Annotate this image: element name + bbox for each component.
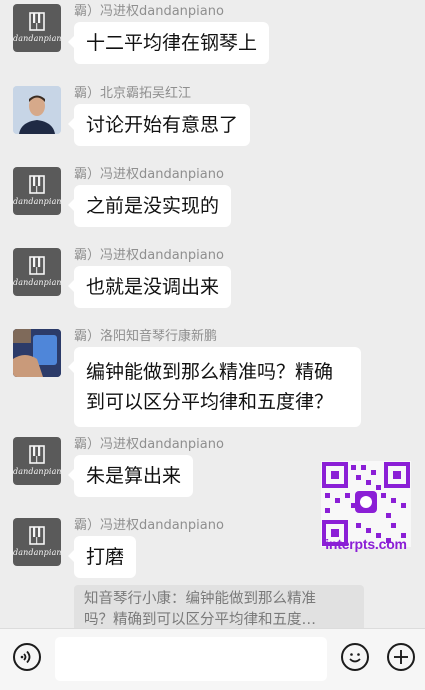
message-line: 编钟能做到那么精准吗？精确 — [86, 361, 334, 383]
avatar[interactable] — [13, 329, 61, 377]
sender-name: 霸）冯进权dandanpiano — [74, 437, 224, 452]
message-bubble[interactable]: 朱是算出来 — [67, 455, 194, 497]
hand-photo-icon — [13, 329, 61, 377]
message-input[interactable] — [55, 637, 327, 681]
avatar[interactable]: dandanpiano — [13, 4, 61, 52]
quoted-message[interactable]: 知音琴行小康：编钟能做到那么精准 吗？精确到可以区分平均律和五度… — [74, 585, 364, 628]
voice-button[interactable] — [13, 643, 41, 671]
avatar[interactable]: dandanpiano — [13, 518, 61, 566]
logo-text: dandanpiano — [13, 34, 61, 43]
sender-name: 霸）北京霸拓吴红江 — [74, 86, 192, 101]
plus-icon — [394, 650, 408, 664]
voice-icon — [20, 650, 31, 664]
sender-name: 霸）冯进权dandanpiano — [74, 248, 224, 263]
message-bubble[interactable]: 打磨 — [67, 536, 137, 578]
avatar[interactable] — [13, 86, 61, 134]
watermark-text: interpts.com — [325, 536, 407, 552]
emoji-icon — [349, 653, 361, 663]
sender-name: 霸）洛阳知音琴行康新鹏 — [74, 329, 218, 344]
emoji-button[interactable] — [341, 643, 369, 671]
message-bubble[interactable]: 讨论开始有意思了 — [67, 104, 251, 146]
chat-message-list[interactable]: dandanpiano 霸）冯进权dandanpiano 十二平均律在钢琴上 霸… — [0, 0, 425, 628]
message-line: 到可以区分平均律和五度律？ — [86, 391, 334, 413]
avatar[interactable]: dandanpiano — [13, 248, 61, 296]
quote-line: 吗？精确到可以区分平均律和五度… — [84, 612, 316, 628]
sender-name: 霸）冯进权dandanpiano — [74, 518, 224, 533]
message-bubble[interactable]: 编钟能做到那么精准吗？精确 到可以区分平均律和五度律？ — [68, 347, 361, 427]
piano-logo-icon — [29, 175, 45, 194]
logo-text: dandanpiano — [13, 278, 61, 287]
avatar[interactable]: dandanpiano — [13, 167, 61, 215]
piano-logo-icon — [29, 12, 45, 31]
logo-text: dandanpiano — [13, 197, 61, 206]
logo-text: dandanpiano — [13, 467, 61, 476]
piano-logo-icon — [29, 445, 45, 464]
more-button[interactable] — [387, 643, 415, 671]
chat-input-bar — [0, 628, 425, 690]
message-bubble[interactable]: 也就是没调出来 — [67, 266, 232, 308]
message-bubble[interactable]: 之前是没实现的 — [67, 185, 232, 227]
sender-name: 霸）冯进权dandanpiano — [74, 4, 224, 19]
avatar[interactable]: dandanpiano — [13, 437, 61, 485]
piano-logo-icon — [29, 526, 45, 545]
piano-logo-icon — [29, 256, 45, 275]
sender-name: 霸）冯进权dandanpiano — [74, 167, 224, 182]
logo-text: dandanpiano — [13, 548, 61, 557]
quote-line: 知音琴行小康：编钟能做到那么精准 — [84, 591, 316, 607]
message-bubble[interactable]: 十二平均律在钢琴上 — [67, 22, 270, 64]
person-photo-icon — [13, 86, 61, 134]
